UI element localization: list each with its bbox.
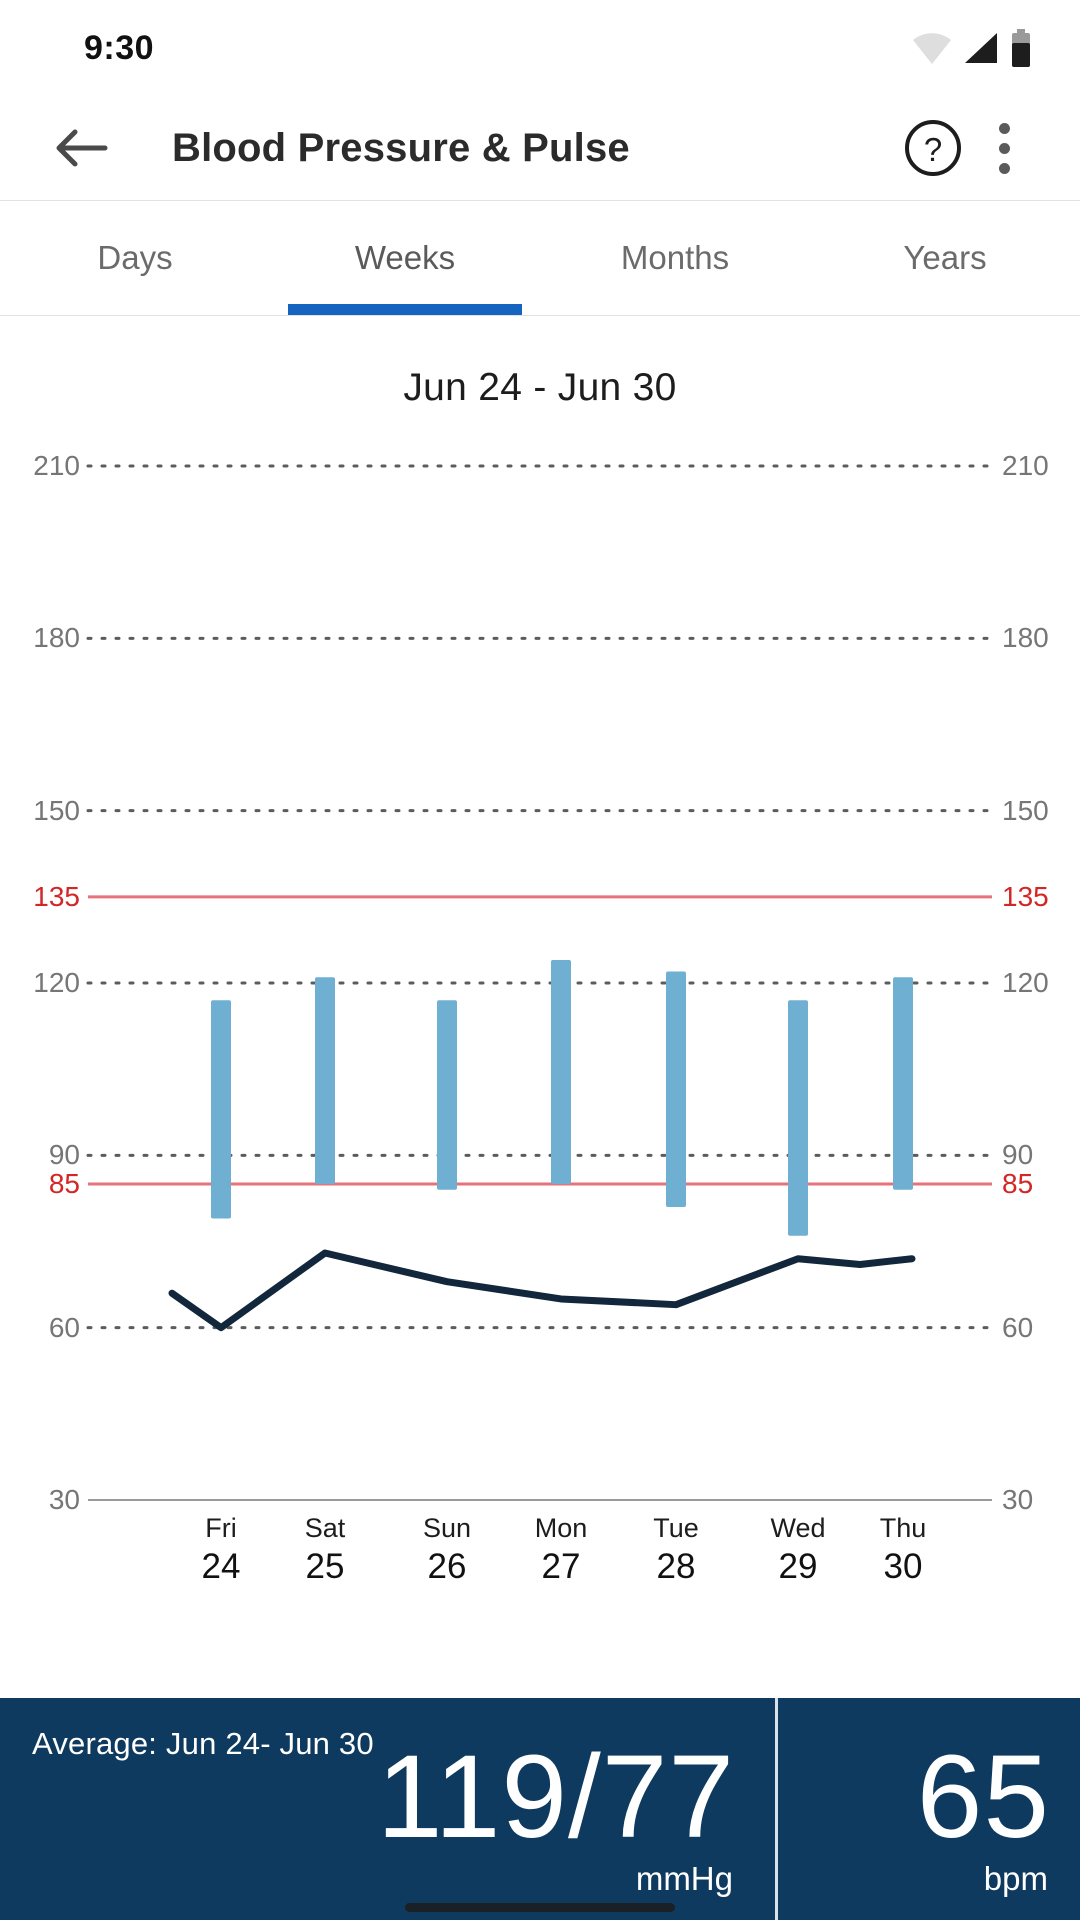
y-axis-tick-left: 180 [18, 622, 80, 654]
more-vertical-icon [999, 123, 1010, 134]
x-axis-day: 25 [255, 1546, 395, 1588]
tab-years[interactable]: Years [810, 201, 1080, 315]
y-axis-tick-left: 85 [18, 1168, 80, 1200]
y-axis-tick-right: 150 [1002, 795, 1049, 827]
page-title: Blood Pressure & Pulse [172, 126, 898, 171]
x-axis-tick: Tue28 [606, 1512, 746, 1588]
status-time: 9:30 [84, 29, 154, 68]
overflow-menu-button[interactable] [968, 112, 1040, 184]
x-axis-tick: Sat25 [255, 1512, 395, 1588]
y-axis-tick-left: 150 [18, 795, 80, 827]
more-vertical-icon [999, 143, 1010, 154]
average-pulse-value: 65 [917, 1738, 1050, 1856]
y-axis-tick-right: 180 [1002, 622, 1049, 654]
summary-panel: Average: Jun 24- Jun 30 119/77 mmHg 65 b… [0, 1698, 1080, 1920]
tab-label: Years [903, 239, 986, 277]
status-icons [910, 29, 1034, 67]
help-button[interactable]: ? [898, 113, 968, 183]
tab-label: Months [621, 239, 729, 277]
y-axis-tick-left: 90 [18, 1139, 80, 1171]
y-axis-tick-left: 60 [18, 1312, 80, 1344]
y-axis-tick-left: 30 [18, 1484, 80, 1516]
x-axis-weekday: Sat [255, 1512, 395, 1546]
help-circle-icon: ? [902, 117, 964, 179]
y-axis-tick-right: 210 [1002, 450, 1049, 482]
back-button[interactable] [48, 115, 114, 181]
chart-area[interactable]: Jun 24 - Jun 30 210210180180150150120120… [0, 316, 1080, 1554]
arrow-left-icon [53, 126, 109, 170]
more-vertical-icon [999, 163, 1010, 174]
blood-pressure-chart[interactable] [0, 316, 1080, 1554]
period-tabs: Days Weeks Months Years [0, 201, 1080, 316]
app-bar: Blood Pressure & Pulse ? [0, 96, 1080, 201]
home-indicator [405, 1903, 675, 1912]
x-axis-weekday: Tue [606, 1512, 746, 1546]
y-axis-tick-right: 30 [1002, 1484, 1033, 1516]
wifi-icon [910, 31, 954, 65]
tab-weeks[interactable]: Weeks [270, 201, 540, 315]
tab-days[interactable]: Days [0, 201, 270, 315]
y-axis-tick-right: 135 [1002, 881, 1049, 913]
y-axis-tick-left: 120 [18, 967, 80, 999]
svg-text:?: ? [924, 131, 942, 168]
y-axis-tick-right: 90 [1002, 1139, 1033, 1171]
summary-blood-pressure[interactable]: Average: Jun 24- Jun 30 119/77 mmHg [0, 1698, 775, 1920]
average-bp-value: 119/77 [377, 1738, 735, 1856]
x-axis-day: 30 [833, 1546, 973, 1588]
tab-label: Weeks [355, 239, 455, 277]
battery-icon [1008, 29, 1034, 67]
summary-pulse[interactable]: 65 bpm [778, 1698, 1080, 1920]
x-axis-day: 28 [606, 1546, 746, 1588]
y-axis-tick-right: 85 [1002, 1168, 1033, 1200]
x-axis-tick: Thu30 [833, 1512, 973, 1588]
y-axis-tick-left: 210 [18, 450, 80, 482]
status-bar: 9:30 [0, 0, 1080, 96]
y-axis-tick-left: 135 [18, 881, 80, 913]
tab-months[interactable]: Months [540, 201, 810, 315]
tab-label: Days [97, 239, 172, 277]
x-axis-weekday: Thu [833, 1512, 973, 1546]
pulse-unit-label: bpm [984, 1860, 1048, 1898]
y-axis-tick-right: 120 [1002, 967, 1049, 999]
y-axis-tick-right: 60 [1002, 1312, 1033, 1344]
bp-unit-label: mmHg [636, 1860, 733, 1898]
cellular-signal-icon [961, 31, 1001, 65]
